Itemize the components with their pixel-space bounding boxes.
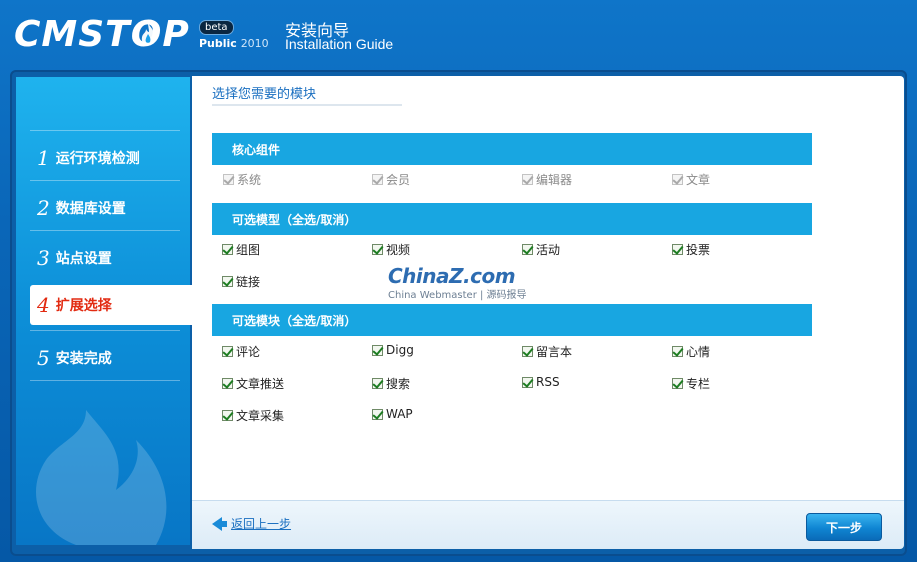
checkbox-icon[interactable] [372, 344, 383, 356]
checkbox-video[interactable]: 视频 [372, 241, 410, 258]
checkbox-icon[interactable] [222, 244, 233, 255]
checkbox-icon[interactable] [522, 346, 533, 357]
checkbox-article: 文章 [672, 171, 710, 188]
header: CMSTOP beta Public 2010 安装向导 Installatio… [0, 0, 917, 72]
checkbox-icon [372, 174, 383, 185]
checkbox-label: 视频 [386, 243, 411, 257]
arrow-left-icon [212, 516, 227, 531]
checkbox-label: 文章 [686, 173, 711, 187]
checkbox-icon[interactable] [222, 346, 233, 357]
sidebar-step-5: 5 安装完成 [30, 338, 190, 378]
checkbox-gallery[interactable]: 组图 [222, 241, 260, 258]
checkbox-article-collect[interactable]: 文章采集 [222, 407, 284, 424]
back-link[interactable]: 返回上一步 [212, 515, 291, 532]
checkbox-article-push[interactable]: 文章推送 [222, 375, 284, 392]
checkbox-label: Digg [386, 343, 414, 357]
checkbox-label: 专栏 [686, 377, 711, 391]
watermark-main: ChinaZ.com [388, 264, 516, 288]
sidebar-step-2: 2 数据库设置 [30, 188, 190, 228]
checkbox-label: 组图 [236, 243, 261, 257]
checkbox-label: 系统 [237, 173, 262, 187]
checkbox-label: WAP [386, 407, 413, 421]
edition-name: Public [199, 37, 237, 50]
checkbox-icon [672, 174, 683, 185]
checkbox-label: 评论 [236, 345, 261, 359]
checkbox-icon[interactable] [222, 410, 233, 421]
checkbox-wap[interactable]: WAP [372, 407, 413, 421]
sidebar-step-1: 1 运行环境检测 [30, 138, 190, 178]
section-title: 选择您需要的模块 [212, 87, 317, 102]
checkbox-link[interactable]: 链接 [222, 273, 260, 290]
step-number: 2 [37, 196, 50, 220]
checkbox-event[interactable]: 活动 [522, 241, 560, 258]
optional-models-header[interactable]: 可选模型（全选/取消） [212, 203, 812, 235]
watermark-sub: China Webmaster | 源码报导 [388, 290, 527, 301]
checkbox-icon[interactable] [522, 376, 533, 388]
step-divider [30, 330, 180, 331]
step-divider [30, 130, 180, 131]
decorative-flame-watermark [36, 410, 167, 545]
checkbox-rss[interactable]: RSS [522, 375, 560, 389]
checkbox-editor: 编辑器 [522, 171, 572, 188]
checkbox-icon[interactable] [672, 244, 683, 255]
checkbox-icon [522, 174, 533, 185]
checkbox-label: 搜索 [386, 377, 411, 391]
flame-icon [141, 23, 155, 45]
checkbox-icon[interactable] [672, 346, 683, 357]
step-divider [30, 180, 180, 181]
optional-modules-header[interactable]: 可选模块（全选/取消） [212, 304, 812, 336]
step-number: 5 [37, 346, 50, 370]
checkbox-icon[interactable] [372, 408, 383, 420]
step-divider [30, 230, 180, 231]
checkbox-comment[interactable]: 评论 [222, 343, 260, 360]
checkbox-guestbook[interactable]: 留言本 [522, 343, 572, 360]
edition-label: Public 2010 [199, 37, 269, 50]
core-components-header: 核心组件 [212, 133, 812, 165]
step-number: 4 [37, 293, 50, 317]
checkbox-mood[interactable]: 心情 [672, 343, 710, 360]
step-label: 安装完成 [55, 351, 112, 367]
step-number: 3 [37, 246, 50, 270]
step-divider [30, 380, 180, 381]
chinaz-watermark: ChinaZ.com China Webmaster | 源码报导 [388, 264, 527, 301]
checkbox-label: 投票 [686, 243, 711, 257]
step-label: 运行环境检测 [55, 151, 140, 167]
checkbox-icon[interactable] [222, 378, 233, 389]
next-button[interactable]: 下一步 [806, 513, 882, 541]
step-label: 站点设置 [55, 251, 112, 267]
checkbox-column[interactable]: 专栏 [672, 375, 710, 392]
checkbox-label: 心情 [686, 345, 711, 359]
checkbox-search[interactable]: 搜索 [372, 375, 410, 392]
checkbox-label: 链接 [236, 275, 261, 289]
beta-badge: beta [199, 20, 234, 35]
back-link-label: 返回上一步 [231, 517, 292, 531]
step-label: 扩展选择 [55, 298, 112, 314]
section-title-underline [212, 104, 402, 106]
checkbox-icon[interactable] [222, 276, 233, 287]
checkbox-icon[interactable] [372, 244, 383, 255]
step-number: 1 [37, 146, 50, 170]
cmstop-logo: CMSTOP [14, 14, 190, 55]
checkbox-icon[interactable] [672, 378, 683, 389]
checkbox-label: 留言本 [536, 345, 573, 359]
edition-year: 2010 [240, 37, 269, 50]
checkbox-member: 会员 [372, 171, 410, 188]
page-title-en: Installation Guide [285, 36, 394, 52]
checkbox-vote[interactable]: 投票 [672, 241, 710, 258]
checkbox-label: 文章推送 [236, 377, 285, 391]
checkbox-label: 会员 [386, 173, 411, 187]
checkbox-icon [223, 174, 234, 185]
step-label: 数据库设置 [55, 201, 126, 217]
checkbox-icon[interactable] [522, 244, 533, 255]
checkbox-system: 系统 [223, 171, 261, 188]
checkbox-label: RSS [536, 375, 560, 389]
checkbox-digg[interactable]: Digg [372, 343, 414, 357]
checkbox-label: 文章采集 [236, 409, 285, 423]
sidebar-step-4-active: 4 扩展选择 [30, 285, 192, 325]
checkbox-label: 活动 [536, 243, 561, 257]
sidebar-step-3: 3 站点设置 [30, 238, 190, 278]
checkbox-icon[interactable] [372, 378, 383, 389]
footer-bar [192, 500, 904, 549]
checkbox-label: 编辑器 [536, 173, 573, 187]
